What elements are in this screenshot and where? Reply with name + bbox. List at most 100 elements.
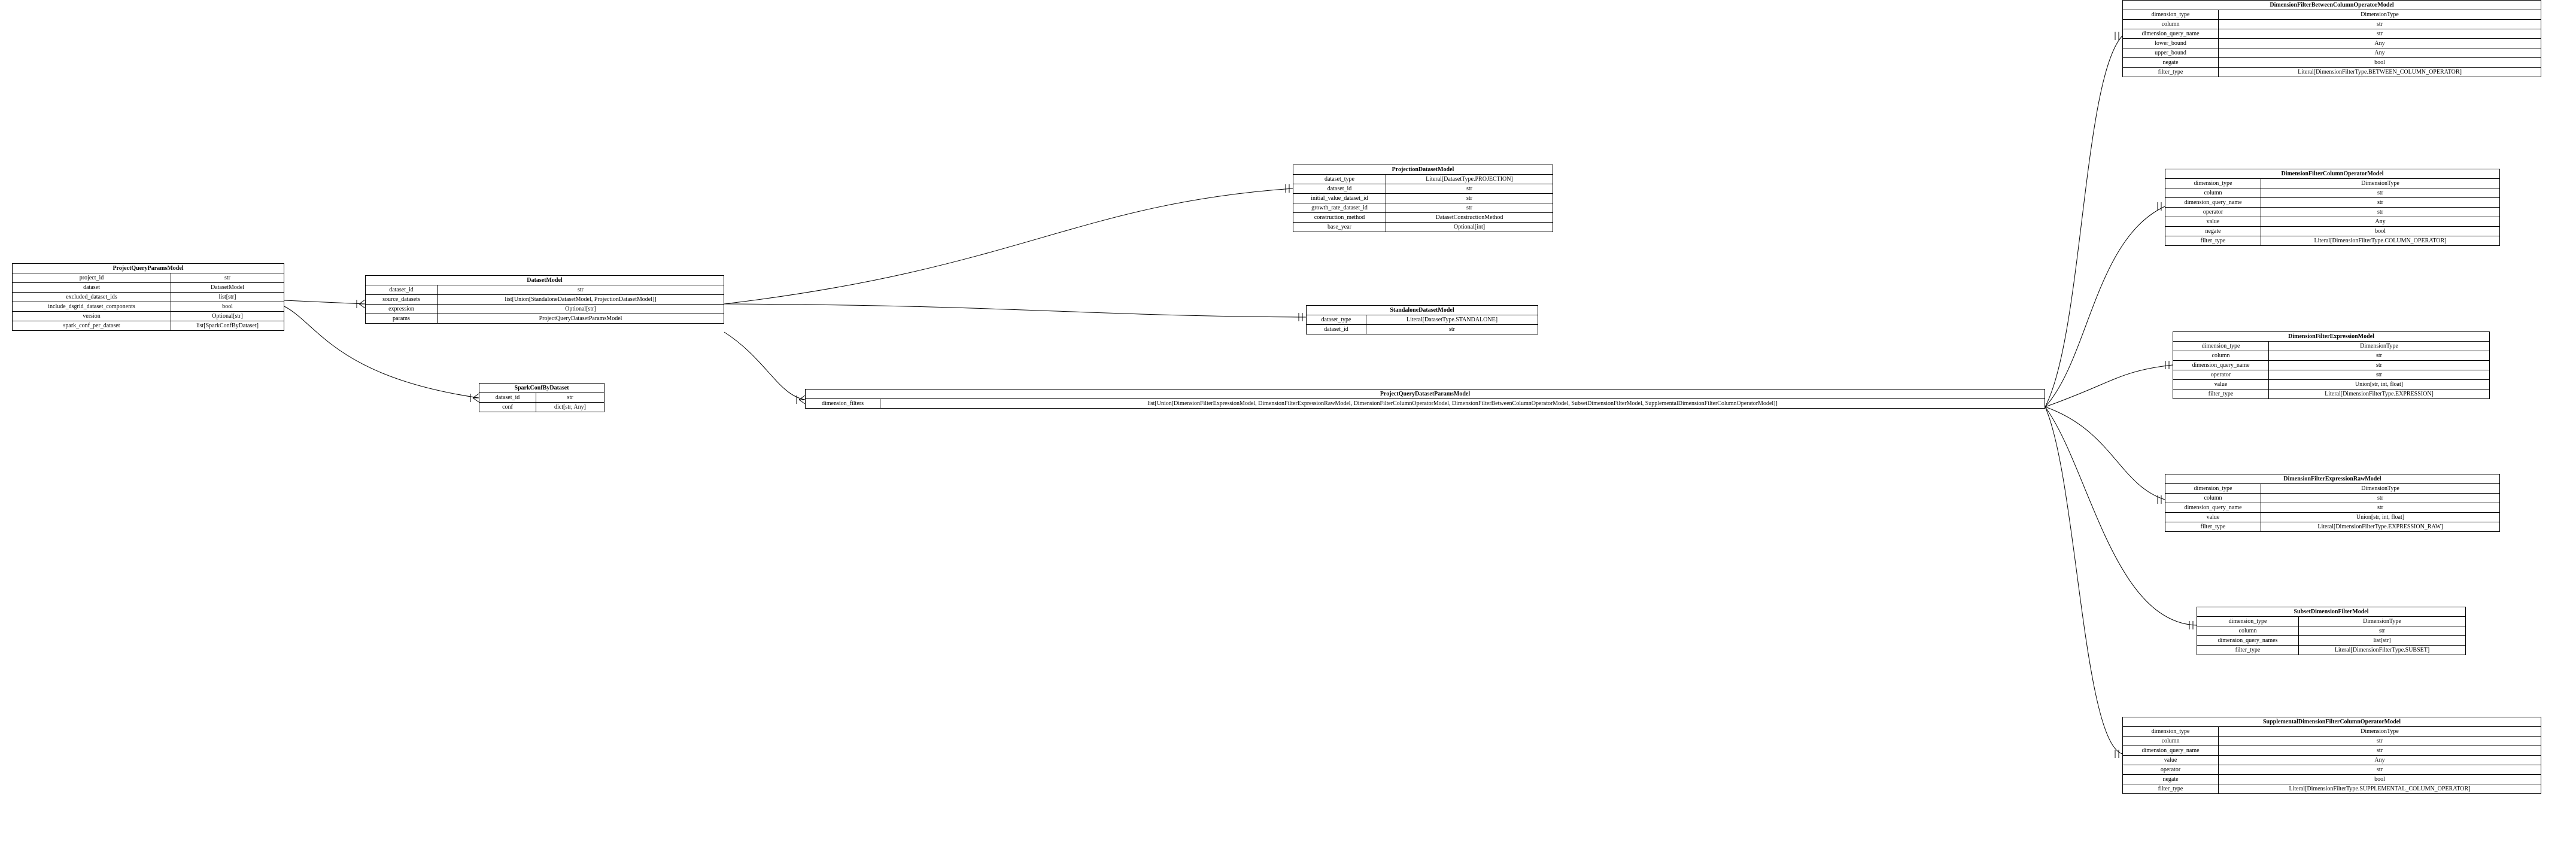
field-type: bool xyxy=(171,302,284,311)
entity-row: filter_typeLiteral[DimensionFilterType.S… xyxy=(2197,646,2465,655)
field-name: dataset_type xyxy=(1307,315,1366,324)
field-type: str xyxy=(2261,188,2499,197)
entity-row: include_dsgrid_dataset_componentsbool xyxy=(13,302,284,312)
field-type: list[Union[StandaloneDatasetModel, Proje… xyxy=(438,295,724,304)
field-type: str xyxy=(2269,370,2489,379)
entity-standaloneDatasetModel: StandaloneDatasetModeldataset_typeLitera… xyxy=(1306,305,1538,334)
field-type: str xyxy=(2299,626,2465,635)
entity-row: upper_boundAny xyxy=(2123,48,2541,58)
entity-row: dimension_query_namestr xyxy=(2123,29,2541,39)
field-name: dimension_query_name xyxy=(2123,746,2219,755)
field-name: operator xyxy=(2173,370,2269,379)
entity-row: dataset_idstr xyxy=(366,285,724,295)
entity-row: excluded_dataset_idslist[str] xyxy=(13,293,284,302)
field-name: base_year xyxy=(1293,223,1386,232)
field-name: filter_type xyxy=(2123,784,2219,793)
entity-title: ProjectQueryDatasetParamsModel xyxy=(806,390,2045,399)
entity-row: construction_methodDatasetConstructionMe… xyxy=(1293,213,1553,223)
field-type: Any xyxy=(2261,217,2499,226)
field-type: bool xyxy=(2219,58,2541,67)
field-type: str xyxy=(2261,208,2499,217)
field-name: dimension_query_name xyxy=(2165,198,2261,207)
field-type: Literal[DatasetType.PROJECTION] xyxy=(1386,175,1553,184)
field-type: Literal[DimensionFilterType.SUBSET] xyxy=(2299,646,2465,655)
field-type: str xyxy=(171,273,284,282)
entity-row: columnstr xyxy=(2197,626,2465,636)
field-type: str xyxy=(2261,494,2499,503)
field-name: dataset_type xyxy=(1293,175,1386,184)
entity-row: datasetDatasetModel xyxy=(13,283,284,293)
field-name: dataset xyxy=(13,283,171,292)
field-name: dimension_type xyxy=(2123,727,2219,736)
field-name: value xyxy=(2123,756,2219,765)
field-name: params xyxy=(366,314,438,323)
diagram-canvas: ProjectQueryParamsModelproject_idstrdata… xyxy=(0,0,2576,855)
field-name: value xyxy=(2173,380,2269,389)
field-type: str xyxy=(438,285,724,294)
field-name: filter_type xyxy=(2173,390,2269,398)
entity-row: dataset_idstr xyxy=(1293,184,1553,194)
field-type: ProjectQueryDatasetParamsModel xyxy=(438,314,724,323)
entity-row: growth_rate_dataset_idstr xyxy=(1293,203,1553,213)
field-name: expression xyxy=(366,305,438,314)
field-name: dimension_type xyxy=(2165,179,2261,188)
field-type: Union[str, int, float] xyxy=(2261,513,2499,522)
field-type: str xyxy=(2219,746,2541,755)
entity-row: columnstr xyxy=(2165,494,2499,503)
entity-dimensionFilterExpressionRawModel: DimensionFilterExpressionRawModeldimensi… xyxy=(2165,474,2500,532)
entity-row: negatebool xyxy=(2123,775,2541,784)
field-name: dataset_id xyxy=(479,393,536,402)
entity-row: initial_value_dataset_idstr xyxy=(1293,194,1553,203)
entity-row: dimension_typeDimensionType xyxy=(2123,10,2541,20)
field-name: dimension_query_names xyxy=(2197,636,2299,645)
field-type: bool xyxy=(2219,775,2541,784)
entity-row: confdict[str, Any] xyxy=(479,403,604,412)
field-type: str xyxy=(536,393,604,402)
field-type: Union[str, int, float] xyxy=(2269,380,2489,389)
entity-row: dimension_query_namestr xyxy=(2165,503,2499,513)
entity-row: dimension_query_namestr xyxy=(2123,746,2541,756)
field-name: dimension_query_name xyxy=(2173,361,2269,370)
field-type: str xyxy=(2219,20,2541,29)
field-name: column xyxy=(2123,20,2219,29)
entity-title: DimensionFilterColumnOperatorModel xyxy=(2165,169,2499,179)
entity-row: dimension_typeDimensionType xyxy=(2165,179,2499,188)
field-name: filter_type xyxy=(2123,68,2219,77)
entity-row: columnstr xyxy=(2173,351,2489,361)
field-type: DatasetModel xyxy=(171,283,284,292)
field-type: Literal[DimensionFilterType.SUPPLEMENTAL… xyxy=(2219,784,2541,793)
entity-row: filter_typeLiteral[DimensionFilterType.E… xyxy=(2165,522,2499,531)
entity-row: dataset_idstr xyxy=(479,393,604,403)
entity-row: columnstr xyxy=(2165,188,2499,198)
field-type: str xyxy=(2269,361,2489,370)
field-type: str xyxy=(1386,194,1553,203)
entity-row: dimension_typeDimensionType xyxy=(2165,484,2499,494)
field-type: Optional[str] xyxy=(171,312,284,321)
entity-row: valueUnion[str, int, float] xyxy=(2165,513,2499,522)
field-name: dataset_id xyxy=(1307,325,1366,334)
entity-row: dimension_typeDimensionType xyxy=(2123,727,2541,737)
entity-title: DatasetModel xyxy=(366,276,724,285)
field-name: dimension_type xyxy=(2165,484,2261,493)
field-name: project_id xyxy=(13,273,171,282)
field-name: construction_method xyxy=(1293,213,1386,222)
entity-row: versionOptional[str] xyxy=(13,312,284,321)
entity-row: lower_boundAny xyxy=(2123,39,2541,48)
field-name: dimension_filters xyxy=(806,399,880,408)
field-name: negate xyxy=(2123,58,2219,67)
entity-sparkConfByDataset: SparkConfByDatasetdataset_idstrconfdict[… xyxy=(479,383,604,412)
field-name: filter_type xyxy=(2165,236,2261,245)
field-name: version xyxy=(13,312,171,321)
field-name: dimension_type xyxy=(2173,342,2269,351)
entity-row: columnstr xyxy=(2123,737,2541,746)
entity-row: dimension_typeDimensionType xyxy=(2173,342,2489,351)
entity-row: filter_typeLiteral[DimensionFilterType.S… xyxy=(2123,784,2541,793)
field-name: column xyxy=(2165,494,2261,503)
entity-row: dimension_query_nameslist[str] xyxy=(2197,636,2465,646)
entity-row: negatebool xyxy=(2165,227,2499,236)
entity-title: ProjectQueryParamsModel xyxy=(13,264,284,273)
field-type: str xyxy=(1366,325,1538,334)
entity-row: operatorstr xyxy=(2165,208,2499,217)
field-name: column xyxy=(2123,737,2219,746)
field-name: negate xyxy=(2123,775,2219,784)
